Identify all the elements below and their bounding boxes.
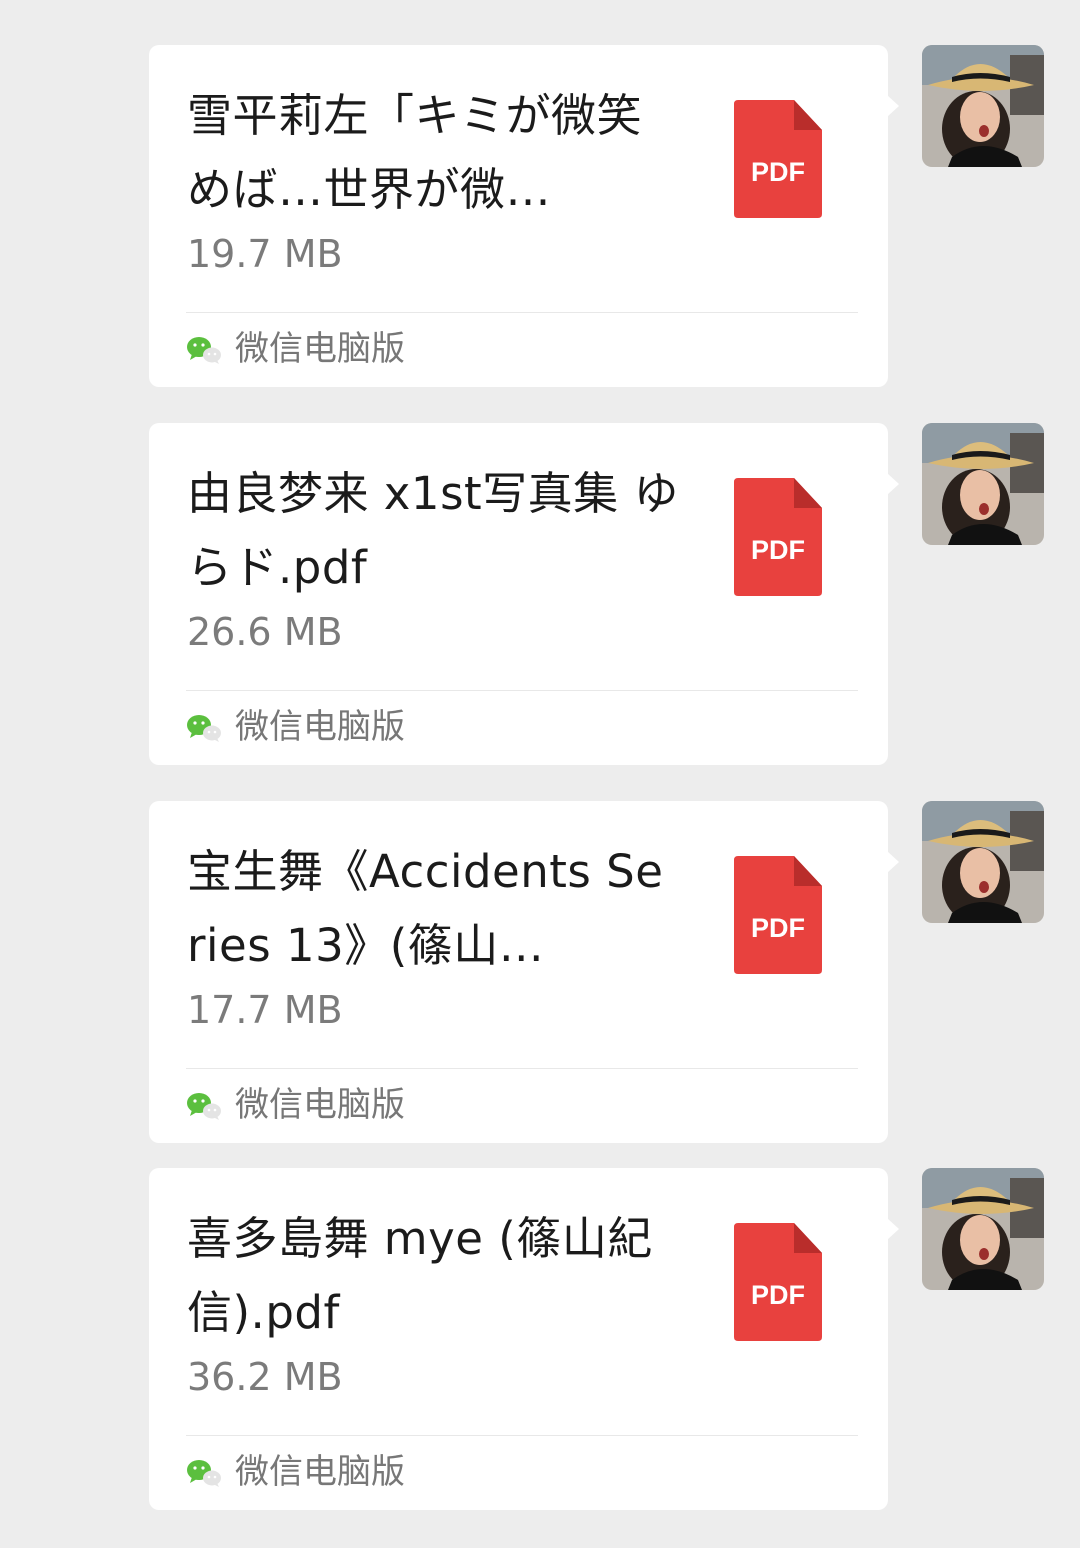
file-name: 雪平莉左「キミが微笑めば…世界が微…: [187, 89, 643, 216]
source-label: 微信电脑版: [235, 707, 405, 747]
source-label: 微信电脑版: [235, 329, 405, 369]
pdf-file-icon: PDF: [734, 1223, 822, 1341]
file-card[interactable]: 雪平莉左「キミが微笑めば…世界が微… 19.7 MB PDF 微信电脑版: [149, 45, 899, 387]
divider: [186, 1435, 858, 1436]
file-size: 26.6 MB: [187, 610, 343, 654]
divider: [186, 690, 858, 691]
file-message: 雪平莉左「キミが微笑めば…世界が微… 19.7 MB PDF 微信电脑版: [0, 45, 1080, 425]
pdf-label: PDF: [751, 913, 805, 943]
pdf-label: PDF: [751, 535, 805, 565]
wechat-icon: [187, 1460, 221, 1487]
wechat-icon: [187, 715, 221, 742]
pdf-file-icon: PDF: [734, 100, 822, 218]
file-message: 喜多島舞 mye (篠山紀信).pdf 36.2 MB PDF 微信电脑版: [0, 1168, 1080, 1548]
user-avatar[interactable]: [922, 423, 1044, 545]
pdf-file-icon: PDF: [734, 856, 822, 974]
user-avatar[interactable]: [922, 45, 1044, 167]
file-message: 宝生舞《Accidents Series 13》(篠山… 17.7 MB PDF…: [0, 801, 1080, 1181]
file-size: 19.7 MB: [187, 232, 343, 276]
file-size: 17.7 MB: [187, 988, 343, 1032]
file-message: 由良梦来 x1st写真集 ゆらド.pdf 26.6 MB PDF 微信电脑版: [0, 423, 1080, 803]
user-avatar[interactable]: [922, 1168, 1044, 1290]
pdf-label: PDF: [751, 1280, 805, 1310]
divider: [186, 1068, 858, 1069]
wechat-icon: [187, 1093, 221, 1120]
file-size: 36.2 MB: [187, 1355, 343, 1399]
file-name: 喜多島舞 mye (篠山紀信).pdf: [187, 1212, 653, 1339]
file-name: 由良梦来 x1st写真集 ゆらド.pdf: [187, 467, 679, 594]
pdf-label: PDF: [751, 157, 805, 187]
source-label: 微信电脑版: [235, 1085, 405, 1125]
user-avatar[interactable]: [922, 801, 1044, 923]
wechat-icon: [187, 337, 221, 364]
source-label: 微信电脑版: [235, 1452, 405, 1492]
pdf-file-icon: PDF: [734, 478, 822, 596]
file-card[interactable]: 宝生舞《Accidents Series 13》(篠山… 17.7 MB PDF…: [149, 801, 899, 1143]
file-card[interactable]: 由良梦来 x1st写真集 ゆらド.pdf 26.6 MB PDF 微信电脑版: [149, 423, 899, 765]
divider: [186, 312, 858, 313]
file-card[interactable]: 喜多島舞 mye (篠山紀信).pdf 36.2 MB PDF 微信电脑版: [149, 1168, 899, 1510]
file-name: 宝生舞《Accidents Series 13》(篠山…: [187, 845, 664, 972]
